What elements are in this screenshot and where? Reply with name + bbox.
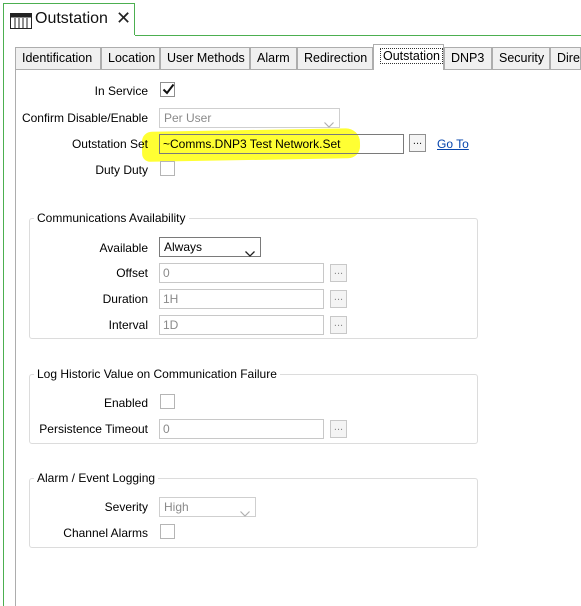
tabstrip-divider [15, 69, 581, 70]
confirm-disable-enable-value: Per User [164, 111, 212, 125]
persistence-timeout-label: Persistence Timeout [39, 422, 148, 436]
frame-border [135, 35, 581, 36]
duty-duty-label: Duty Duty [95, 163, 148, 177]
tab-direc[interactable]: Direc [550, 47, 581, 69]
document-title: Outstation [35, 10, 108, 27]
duty-duty-checkbox[interactable] [160, 161, 175, 176]
severity-combo[interactable]: High [159, 497, 256, 517]
close-icon[interactable]: ✕ [116, 9, 131, 27]
in-service-label: In Service [94, 84, 148, 98]
enabled-label: Enabled [103, 396, 148, 410]
tab-user-methods[interactable]: User Methods [160, 47, 250, 69]
log-historic-title: Log Historic Value on Communication Fail… [34, 367, 280, 381]
channel-alarms-label: Channel Alarms [63, 526, 148, 540]
confirm-disable-enable-combo[interactable]: Per User [159, 108, 340, 128]
outstation-set-browse-button[interactable]: ... [409, 134, 426, 152]
offset-label: Offset [116, 266, 148, 280]
communications-availability-title: Communications Availability [34, 211, 189, 225]
tab-outstation[interactable]: Outstation [373, 44, 444, 70]
tab-security[interactable]: Security [492, 47, 550, 69]
tab-identification[interactable]: Identification [15, 47, 101, 69]
interval-label: Interval [108, 318, 148, 332]
duration-label: Duration [102, 292, 148, 306]
offset-value: 0 [163, 266, 170, 280]
property-tabstrip: Identification Location User Methods Ala… [15, 44, 581, 70]
goto-link[interactable]: Go To [437, 137, 469, 151]
channel-alarms-checkbox[interactable] [160, 524, 175, 539]
panel-border [15, 69, 16, 606]
available-label: Available [99, 241, 148, 255]
persistence-timeout-browse-button[interactable]: ... [330, 420, 347, 438]
offset-field[interactable]: 0 [159, 263, 324, 283]
interval-value: 1D [163, 318, 179, 332]
frame-border [3, 35, 4, 606]
tab-dnp3[interactable]: DNP3 [444, 47, 492, 69]
severity-value: High [164, 500, 189, 514]
available-combo[interactable]: Always [159, 237, 261, 257]
persistence-timeout-value: 0 [163, 422, 170, 436]
duration-value: 1H [163, 292, 179, 306]
tab-redirection[interactable]: Redirection [297, 47, 373, 69]
interval-browse-button[interactable]: ... [330, 316, 347, 334]
chevron-down-icon [245, 244, 255, 262]
tab-alarm[interactable]: Alarm [250, 47, 297, 69]
in-service-checkbox[interactable] [160, 82, 175, 97]
tab-location[interactable]: Location [101, 47, 160, 69]
duration-browse-button[interactable]: ... [330, 290, 347, 308]
document-tab[interactable]: Outstation ✕ [3, 3, 135, 35]
available-value: Always [164, 240, 203, 254]
document-tabbar: Outstation ✕ [0, 0, 581, 38]
enabled-checkbox[interactable] [160, 394, 175, 409]
chevron-down-icon [240, 504, 250, 522]
alarm-event-logging-title: Alarm / Event Logging [34, 471, 159, 485]
outstation-set-field[interactable]: ~Comms.DNP3 Test Network.Set [159, 134, 404, 154]
object-table-icon [10, 13, 32, 32]
offset-browse-button[interactable]: ... [330, 264, 347, 282]
interval-field[interactable]: 1D [159, 315, 324, 335]
persistence-timeout-field[interactable]: 0 [159, 419, 324, 439]
confirm-disable-enable-label: Confirm Disable/Enable [21, 111, 148, 125]
outstation-set-value: ~Comms.DNP3 Test Network.Set [163, 137, 341, 151]
outstation-set-label: Outstation Set [71, 137, 148, 151]
duration-field[interactable]: 1H [159, 289, 324, 309]
severity-label: Severity [104, 500, 148, 514]
